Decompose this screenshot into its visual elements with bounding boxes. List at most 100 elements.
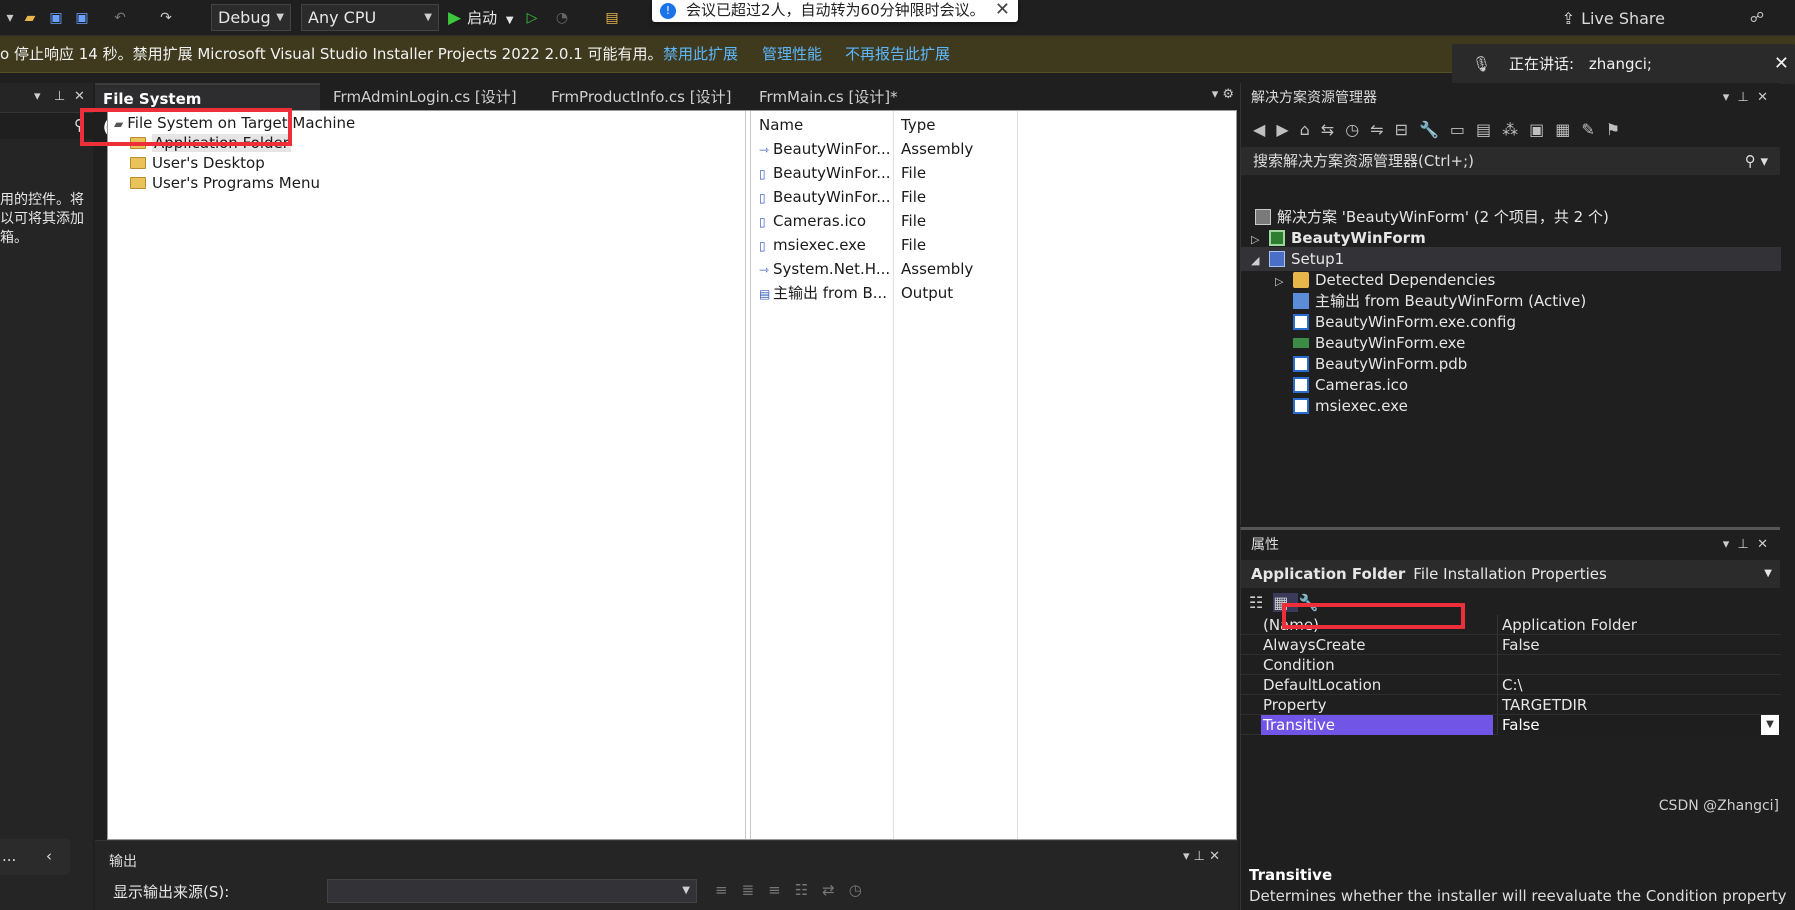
tree-item-users-desktop[interactable]: User's Desktop	[130, 153, 265, 173]
tab-label: FrmAdminLogin.cs [设计]	[333, 88, 517, 106]
list-item[interactable]: ▯ msiexec.exe File	[751, 233, 1231, 257]
tab-frmproductinfo[interactable]: FrmProductInfo.cs [设计]	[543, 83, 753, 111]
history-icon[interactable]: ◷	[1345, 120, 1370, 139]
chevron-right-icon[interactable]: ▷	[1275, 270, 1293, 294]
tree-item-msiexec[interactable]: msiexec.exe	[1293, 394, 1408, 418]
feedback-icon[interactable]: ☍	[1747, 8, 1767, 28]
property-value[interactable]: C:\	[1497, 675, 1781, 695]
property-value[interactable]: TARGETDIR	[1497, 695, 1781, 715]
custom-actions-editor-icon[interactable]: ✎	[1581, 120, 1605, 139]
property-value-dropdown[interactable]: False ▼	[1497, 715, 1781, 735]
folder-icon	[130, 157, 146, 169]
tab-label: FrmProductInfo.cs [设计]	[551, 88, 732, 106]
sync-icon[interactable]: ⇋	[1370, 120, 1394, 139]
hot-reload-icon[interactable]: ◔	[552, 8, 572, 28]
switch-views-icon[interactable]: ⇆	[1321, 120, 1345, 139]
tab-frmadminlogin[interactable]: FrmAdminLogin.cs [设计]	[325, 83, 540, 111]
file-icon	[1293, 314, 1309, 330]
solution-search-input[interactable]: 搜索解决方案资源管理器(Ctrl+;) ⚲ ▾	[1241, 147, 1780, 175]
property-row-property[interactable]: Property TARGETDIR	[1241, 695, 1781, 715]
speaking-indicator: 🎙 正在讲话: zhangci; ✕	[1452, 44, 1795, 84]
solution-folder-icon[interactable]: ▤	[602, 8, 622, 28]
properties-icon[interactable]: 🔧	[1419, 120, 1450, 139]
chevron-left-icon[interactable]: ‹	[46, 847, 52, 865]
file-system-tree: ▰ File System on Target Machine Applicati…	[108, 111, 746, 839]
tree-item-label: BeautyWinForm.exe	[1315, 334, 1466, 352]
file-system-editor-icon[interactable]: ▤	[1476, 120, 1502, 139]
folder-icon	[1293, 272, 1309, 288]
collapse-all-icon[interactable]: ⊟	[1395, 120, 1419, 139]
disable-extension-link[interactable]: 禁用此扩展	[663, 36, 738, 73]
dont-report-link[interactable]: 不再报告此扩展	[845, 36, 950, 73]
show-all-files-icon[interactable]: ▭	[1450, 120, 1476, 139]
file-types-editor-icon[interactable]: ▣	[1529, 120, 1555, 139]
property-row-condition[interactable]: Condition	[1241, 655, 1781, 675]
ellipsis: ...	[2, 847, 17, 865]
property-value[interactable]	[1497, 655, 1781, 675]
undo-icon[interactable]: ↶	[110, 8, 130, 28]
output-toolbar-icons[interactable]: ≡≣≡☷⇄◷	[715, 881, 876, 899]
start-debug-button[interactable]: ▶ 启动 ▼	[448, 6, 514, 30]
close-icon[interactable]: ✕	[74, 89, 85, 104]
property-value[interactable]: False	[1497, 635, 1781, 655]
property-row-alwayscreate[interactable]: AlwaysCreate False	[1241, 635, 1781, 655]
chevron-down-icon[interactable]: ◢	[1251, 249, 1269, 273]
user-interface-editor-icon[interactable]: ▦	[1555, 120, 1581, 139]
list-item[interactable]: ▯ BeautyWinFor... File	[751, 161, 1231, 185]
tab-frmmain[interactable]: FrmMain.cs [设计]*	[751, 83, 951, 111]
live-share-label: Live Share	[1581, 9, 1665, 28]
tree-item-label: User's Programs Menu	[152, 174, 320, 192]
property-row-transitive[interactable]: Transitive False ▼	[1241, 715, 1781, 735]
redo-icon[interactable]: ↷	[156, 8, 176, 28]
open-folder-icon[interactable]: ▰	[20, 8, 40, 28]
live-share-button[interactable]: ⇪ Live Share	[1562, 9, 1665, 28]
properties-panel: 属性 ▾ ⊥ ✕ Application Folder File Installa…	[1240, 527, 1786, 910]
pin-icon[interactable]: ⊥	[54, 89, 65, 104]
list-item[interactable]: ▯ BeautyWinFor... File	[751, 185, 1231, 209]
close-icon[interactable]: ✕	[995, 0, 1010, 20]
speaking-label: 正在讲话:	[1509, 55, 1575, 73]
column-header-name[interactable]: Name	[759, 115, 803, 135]
file-icon: ▯	[759, 167, 766, 181]
tree-item-users-programs-menu[interactable]: User's Programs Menu	[130, 173, 320, 193]
panel-options-icon[interactable]: ▾ ⊥ ✕	[1183, 849, 1220, 864]
property-row-defaultlocation[interactable]: DefaultLocation C:\	[1241, 675, 1781, 695]
chevron-down-icon[interactable]: ▼	[1761, 715, 1779, 735]
object-type: File Installation Properties	[1413, 565, 1607, 583]
chevron-down-icon: ▼	[682, 885, 690, 896]
save-all-icon[interactable]: ▣	[72, 8, 92, 28]
item-type: File	[901, 236, 927, 254]
chevron-down-icon[interactable]: ▾	[34, 89, 41, 104]
column-header-type[interactable]: Type	[901, 115, 935, 135]
launch-conditions-editor-icon[interactable]: ⚑	[1606, 120, 1631, 139]
output-source-select[interactable]: ▼	[327, 879, 697, 903]
object-selector[interactable]: Application Folder File Installation Prop…	[1241, 560, 1780, 588]
list-item[interactable]: ▤ 主输出 from B... Output	[751, 281, 1231, 305]
configuration-select[interactable]: Debug ▼	[211, 4, 291, 31]
search-placeholder: 搜索解决方案资源管理器(Ctrl+;)	[1253, 152, 1475, 170]
forward-icon[interactable]: ▶	[1276, 120, 1299, 139]
manage-performance-link[interactable]: 管理性能	[762, 36, 822, 73]
file-icon: ▯	[759, 215, 766, 229]
platform-select[interactable]: Any CPU ▼	[301, 4, 439, 31]
back-icon[interactable]: ◀	[1253, 120, 1276, 139]
save-icon[interactable]: ▣	[46, 8, 66, 28]
registry-editor-icon[interactable]: ⁂	[1502, 120, 1529, 139]
tab-overflow-icon[interactable]: ▾ ⚙	[1212, 87, 1234, 102]
speaker-name: zhangci;	[1588, 55, 1652, 73]
list-item[interactable]: ⇾ BeautyWinFor... Assembly	[751, 137, 1231, 161]
home-icon[interactable]: ⌂	[1300, 120, 1321, 139]
panel-options-icon[interactable]: ▾ ⊥ ✕	[1723, 83, 1768, 113]
close-icon[interactable]: ✕	[1774, 44, 1789, 84]
toolbar-dropdown-icon[interactable]: ▾	[0, 8, 20, 28]
chevron-down-icon: ▼	[276, 12, 284, 23]
property-value[interactable]: Application Folder	[1497, 615, 1781, 635]
tab-file-system-setup1[interactable]: File System (Setup1)⊣✕	[95, 83, 320, 136]
start-without-debug-icon[interactable]: ▷	[522, 8, 542, 28]
toolbox-description: 用的控件。将 以可将其添加 箱。	[0, 192, 84, 246]
categorized-icon[interactable]: ☷	[1249, 593, 1273, 612]
panel-options-icon[interactable]: ▾ ⊥ ✕	[1723, 530, 1768, 560]
list-item[interactable]: ⇾ System.Net.H... Assembly	[751, 257, 1231, 281]
list-item[interactable]: ▯ Cameras.ico File	[751, 209, 1231, 233]
share-icon: ⇪	[1561, 9, 1576, 28]
